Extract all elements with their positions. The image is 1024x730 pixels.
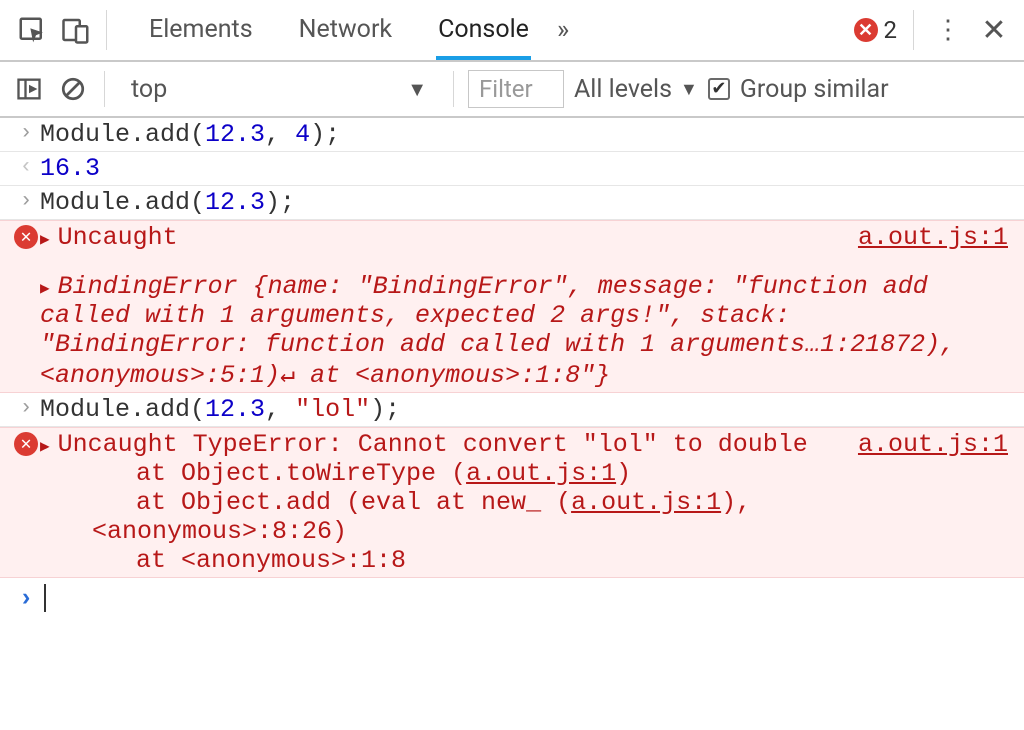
error-source-link[interactable]: a.out.js:1 [858, 223, 1008, 252]
disclosure-triangle-icon[interactable]: ▶ [40, 278, 50, 298]
console-input-row: › Module.add(12.3, "lol"); [0, 393, 1024, 427]
console-output-row: ‹ 16.3 [0, 152, 1024, 186]
error-icon: ✕ [14, 225, 38, 249]
stack-frame: at Object.add (eval at new_ (a.out.js:1)… [40, 488, 1008, 517]
devtools-tabs: Elements Network Console [147, 1, 531, 60]
more-tabs-chevron-icon[interactable]: » [557, 15, 569, 45]
console-error-row: ✕ ▶ Uncaught TypeError: Cannot convert "… [0, 427, 1024, 578]
console-input-row: › Module.add(12.3); [0, 186, 1024, 220]
levels-label: All levels [574, 75, 672, 104]
error-source-link[interactable]: a.out.js:1 [858, 430, 1008, 459]
code[interactable]: Module.add(12.3, "lol"); [40, 395, 1024, 424]
group-similar-toggle[interactable]: ✔ Group similar [708, 75, 889, 104]
separator [104, 71, 105, 107]
tab-network[interactable]: Network [297, 1, 394, 60]
error-count: 2 [884, 16, 898, 44]
toggle-device-toolbar-icon[interactable] [54, 8, 98, 52]
console-prompt-row[interactable]: › [0, 578, 1024, 613]
error-uncaught-label: Uncaught [58, 223, 178, 252]
text-caret [44, 584, 46, 612]
output-prompt-icon: ‹ [20, 156, 33, 183]
input-prompt-icon: › [20, 122, 33, 149]
stack-source-link[interactable]: a.out.js:1 [571, 488, 721, 517]
console-error-row: ✕ ▶ Uncaught a.out.js:1 ▶BindingError {n… [0, 220, 1024, 393]
tab-elements[interactable]: Elements [147, 1, 255, 60]
error-object[interactable]: ▶BindingError {name: "BindingError", mes… [40, 252, 1008, 390]
clear-console-icon[interactable] [56, 72, 90, 106]
separator [453, 71, 454, 107]
stack-source-link[interactable]: a.out.js:1 [466, 459, 616, 488]
input-prompt-icon: › [20, 397, 33, 424]
toggle-sidebar-icon[interactable] [12, 72, 46, 106]
execution-context-selector[interactable]: top ▼ [119, 75, 439, 104]
log-levels-selector[interactable]: All levels ▼ [574, 75, 698, 104]
stack-frame: at Object.toWireType (a.out.js:1) [40, 459, 1008, 488]
close-devtools-icon[interactable]: ✕ [974, 13, 1014, 48]
error-icon: ✕ [854, 18, 878, 42]
console-toolbar: top ▼ Filter All levels ▼ ✔ Group simila… [0, 62, 1024, 118]
stack-frame: <anonymous>:8:26) [40, 517, 1008, 546]
result-value[interactable]: 16.3 [40, 154, 1024, 183]
chevron-down-icon: ▼ [407, 77, 427, 102]
separator [913, 10, 914, 50]
chevron-down-icon: ▼ [680, 79, 698, 100]
error-message: Uncaught TypeError: Cannot convert "lol"… [58, 430, 842, 459]
disclosure-triangle-icon[interactable]: ▶ [40, 436, 50, 459]
code[interactable]: Module.add(12.3); [40, 188, 1024, 217]
context-label: top [131, 75, 167, 104]
input-prompt-icon: › [20, 190, 33, 217]
error-icon: ✕ [14, 432, 38, 456]
error-count-badge[interactable]: ✕ 2 [854, 16, 898, 44]
code[interactable]: Module.add(12.3, 4); [40, 120, 1024, 149]
disclosure-triangle-icon[interactable]: ▶ [40, 229, 50, 249]
filter-placeholder: Filter [479, 75, 533, 103]
group-similar-label: Group similar [740, 75, 889, 104]
tab-console[interactable]: Console [436, 1, 531, 60]
inspect-element-icon[interactable] [10, 8, 54, 52]
stack-frame: at <anonymous>:1:8 [40, 546, 1008, 575]
input-prompt-icon: › [12, 584, 40, 613]
settings-menu-icon[interactable]: ⋮ [930, 15, 966, 45]
console-input-row: › Module.add(12.3, 4); [0, 118, 1024, 152]
checkbox-checked-icon: ✔ [708, 78, 730, 100]
filter-input[interactable]: Filter [468, 70, 564, 108]
separator [106, 10, 107, 50]
console-output: › Module.add(12.3, 4); ‹ 16.3 › Module.a… [0, 118, 1024, 613]
devtools-tabbar: Elements Network Console » ✕ 2 ⋮ ✕ [0, 0, 1024, 62]
